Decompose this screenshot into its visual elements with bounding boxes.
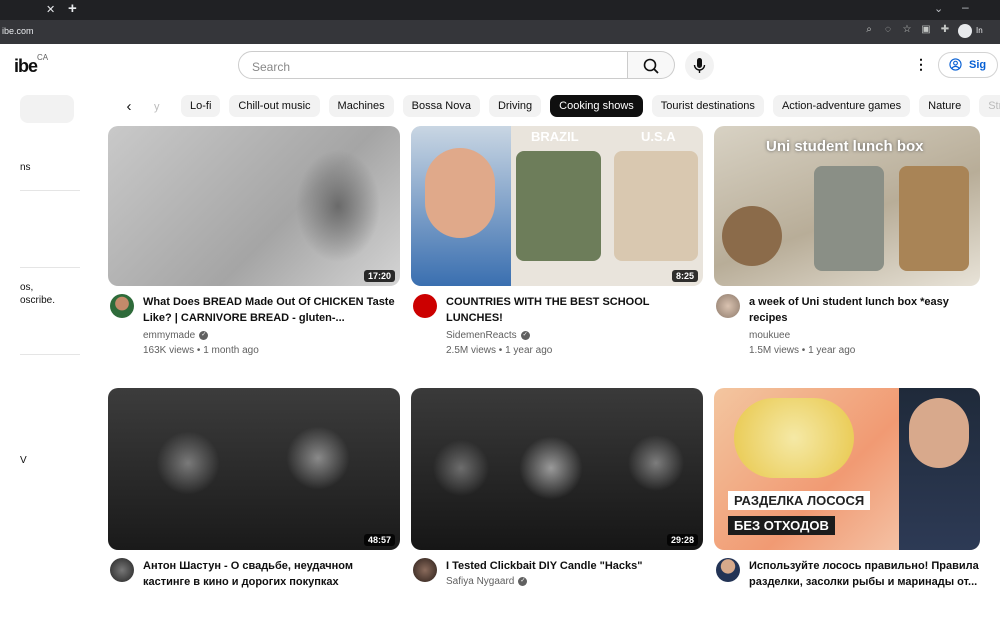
search-button[interactable] [628, 51, 675, 79]
video-title[interactable]: I Tested Clickbait DIY Candle "Hacks" [446, 558, 701, 574]
video-card[interactable]: РАЗДЕЛКА ЛОСОСЯ БЕЗ ОТХОДОВ Используйте … [714, 388, 980, 628]
thumb-label: Uni student lunch box [766, 138, 924, 155]
sidebar-fragment[interactable]: V [20, 455, 27, 466]
sidebar-divider [20, 190, 80, 191]
sidebar-home-item[interactable] [20, 95, 74, 123]
channel-avatar[interactable] [716, 294, 740, 318]
thumb-box [899, 166, 969, 271]
chip-cooking-shows[interactable]: Cooking shows [550, 95, 643, 117]
chip-bossa-nova[interactable]: Bossa Nova [402, 95, 480, 117]
video-duration: 8:25 [671, 270, 698, 282]
video-title[interactable]: a week of Uni student lunch box *easy re… [749, 294, 979, 326]
chip-nature[interactable]: Nature [919, 95, 971, 117]
sidebar-fragment: os, [20, 282, 34, 293]
channel-avatar[interactable] [110, 558, 134, 582]
chevron-left-icon[interactable]: ‹ [118, 96, 140, 118]
thumb-box [814, 166, 884, 271]
chip-bar: Lo-fi Chill-out music Machines Bossa Nov… [181, 95, 1000, 117]
chip-faded[interactable]: y [154, 96, 172, 118]
video-thumbnail[interactable]: РАЗДЕЛКА ЛОСОСЯ БЕЗ ОТХОДОВ [714, 388, 980, 550]
thumb-bowl [722, 206, 782, 266]
logo-region: CA [37, 53, 49, 62]
search-box[interactable] [238, 51, 628, 79]
sidebar-fragment: oscribe. [20, 295, 56, 306]
chip-tourist-destinations[interactable]: Tourist destinations [651, 95, 764, 117]
sidebar-fragment[interactable]: ns [20, 162, 31, 173]
search-icon [643, 58, 659, 74]
sidebar-divider [20, 267, 80, 268]
video-card[interactable]: 48:57 Антон Шастун - О свадьбе, неудачно… [108, 388, 400, 628]
search-input[interactable] [250, 59, 614, 75]
video-thumbnail[interactable]: Uni student lunch box [714, 126, 980, 286]
zoom-icon[interactable]: ⌕ [863, 24, 875, 36]
thumb-tray-brazil [516, 151, 601, 261]
profile-avatar[interactable] [958, 24, 972, 38]
chip-partial[interactable]: Str [979, 95, 1000, 117]
more-options-icon[interactable]: ⋮ [914, 56, 928, 73]
channel-avatar[interactable] [413, 558, 437, 582]
thumb-label-brazil: BRAZIL [531, 129, 579, 144]
video-title[interactable]: Используйте лосось правильно! Правила ра… [749, 558, 979, 590]
youtube-logo[interactable]: ibe [14, 56, 38, 77]
verified-icon: ✓ [199, 330, 209, 340]
video-title[interactable]: Антон Шастун - О свадьбе, неудачном каст… [143, 558, 398, 590]
video-stats: 163K views • 1 month ago [143, 345, 259, 356]
video-thumbnail[interactable]: 17:20 [108, 126, 400, 286]
channel-name[interactable]: moukuee [749, 330, 790, 341]
browser-tab-bar: ✕ + ⌄ – [0, 0, 1000, 20]
video-stats: 2.5M views • 1 year ago [446, 345, 553, 356]
video-card[interactable]: 17:20 What Does BREAD Made Out Of CHICKE… [108, 126, 400, 364]
video-thumbnail[interactable]: BRAZIL U.S.A 8:25 [411, 126, 703, 286]
sign-in-label: Sig [969, 59, 987, 71]
sign-in-button[interactable]: Sig [938, 52, 998, 78]
video-card[interactable]: Uni student lunch box a week of Uni stud… [714, 126, 980, 364]
puzzle-icon[interactable]: ✚ [939, 24, 951, 36]
tab-close-icon[interactable]: ✕ [46, 3, 55, 16]
channel-avatar[interactable] [413, 294, 437, 318]
video-card[interactable]: 29:28 I Tested Clickbait DIY Candle "Hac… [411, 388, 703, 628]
sidebar-divider [20, 354, 80, 355]
video-duration: 48:57 [363, 534, 395, 546]
channel-name[interactable]: emmymade ✓ [143, 330, 209, 341]
thumb-chef-face [909, 398, 969, 468]
minimize-window-icon[interactable]: – [962, 0, 969, 14]
thumb-tray-usa [614, 151, 698, 261]
url-text[interactable]: ibe.com [2, 26, 34, 36]
video-thumbnail[interactable]: 29:28 [411, 388, 703, 550]
chip-chillout[interactable]: Chill-out music [229, 95, 320, 117]
chip-driving[interactable]: Driving [488, 95, 542, 117]
verified-icon: ✓ [518, 576, 528, 586]
video-stats: 1.5M views • 1 year ago [749, 345, 856, 356]
extension-icon[interactable]: ▣ [920, 24, 932, 36]
channel-name[interactable]: Safiya Nygaard ✓ [446, 576, 528, 587]
video-duration: 29:28 [666, 534, 698, 546]
thumb-face [425, 148, 495, 238]
profile-label: In [976, 26, 983, 35]
channel-avatar[interactable] [110, 294, 134, 318]
voice-search-button[interactable] [685, 51, 714, 80]
browser-address-bar: ibe.com ⌕ ◌ ☆ ▣ ✚ ▥ In [0, 20, 1000, 44]
video-card[interactable]: BRAZIL U.S.A 8:25 COUNTRIES WITH THE BES… [411, 126, 703, 364]
channel-name[interactable]: SidemenReacts ✓ [446, 330, 530, 341]
video-title[interactable]: What Does BREAD Made Out Of CHICKEN Tast… [143, 294, 398, 326]
thumb-lemons [734, 398, 854, 478]
chip-action-adventure[interactable]: Action-adventure games [772, 95, 911, 117]
bookmark-star-icon[interactable]: ☆ [901, 24, 913, 36]
account-icon [949, 58, 962, 71]
thumb-label-usa: U.S.A [641, 129, 676, 144]
thumb-caption-1: РАЗДЕЛКА ЛОСОСЯ [728, 491, 871, 510]
address-bar-icons: ⌕ ◌ ☆ ▣ ✚ ▥ [863, 24, 970, 36]
video-title[interactable]: COUNTRIES WITH THE BEST SCHOOL LUNCHES! [446, 294, 701, 326]
new-tab-icon[interactable]: + [68, 0, 77, 17]
video-thumbnail[interactable]: 48:57 [108, 388, 400, 550]
tab-search-chevron-icon[interactable]: ⌄ [934, 2, 943, 15]
verified-icon: ✓ [520, 330, 530, 340]
chip-machines[interactable]: Machines [328, 95, 394, 117]
thumb-caption-2: БЕЗ ОТХОДОВ [728, 516, 835, 535]
video-duration: 17:20 [363, 270, 395, 282]
channel-avatar[interactable] [716, 558, 740, 582]
chip-lofi[interactable]: Lo-fi [181, 95, 221, 117]
mic-icon [693, 58, 706, 73]
eye-off-icon[interactable]: ◌ [882, 24, 894, 36]
